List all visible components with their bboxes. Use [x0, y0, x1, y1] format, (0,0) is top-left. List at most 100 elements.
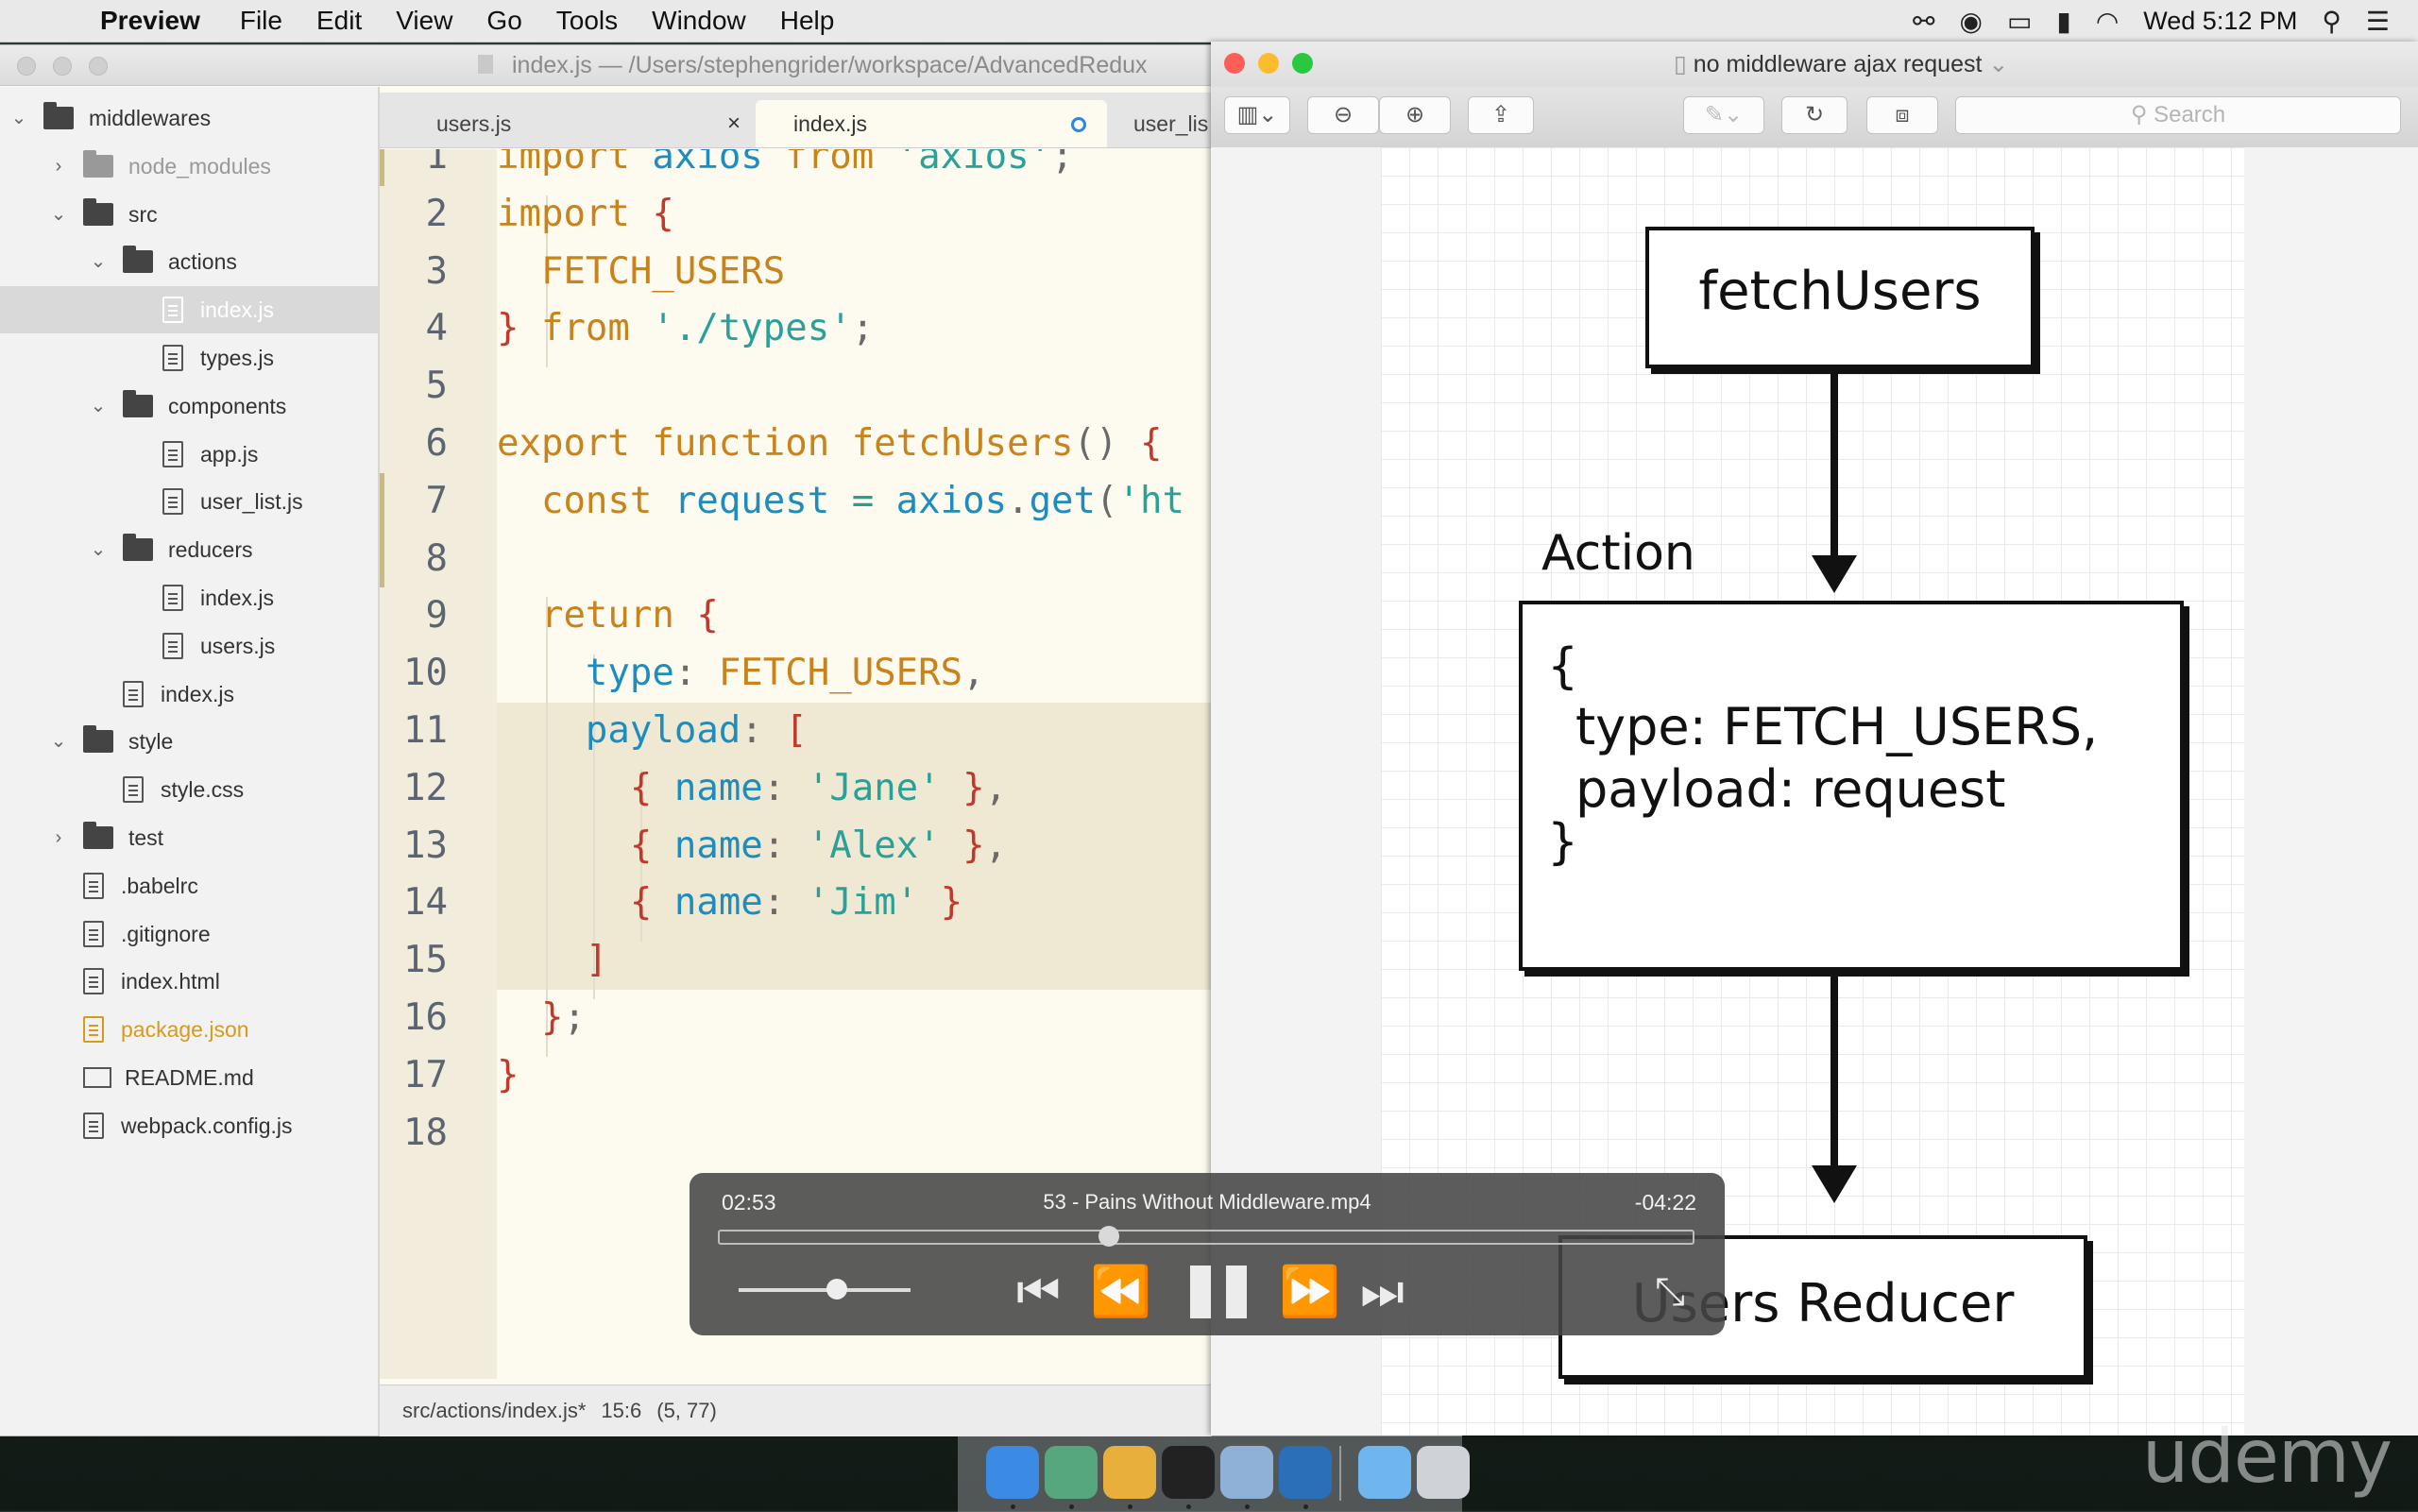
dock-chrome-icon[interactable] — [1103, 1446, 1156, 1499]
tree-item-label: .gitignore — [121, 921, 211, 946]
chevron-down-icon[interactable]: ⌄ — [87, 382, 110, 430]
tree-folder[interactable]: ⌄ src — [0, 191, 378, 238]
code-token: './types' — [652, 307, 852, 350]
tree-file[interactable]: types.js — [0, 334, 378, 382]
rotate-button[interactable]: ↻ — [1781, 96, 1848, 134]
tree-folder[interactable]: ⌄ middlewares — [0, 94, 378, 142]
dock-folder-icon[interactable] — [1358, 1446, 1411, 1499]
search-field[interactable]: ⚲ Search — [1955, 96, 2401, 134]
share-button[interactable]: ⇪ — [1468, 96, 1534, 134]
dock-atom-icon[interactable] — [1045, 1446, 1098, 1499]
dock-trash-icon[interactable] — [1417, 1446, 1470, 1499]
tree-file[interactable]: app.js — [0, 431, 378, 478]
glasses-icon[interactable]: ⚯ — [1913, 6, 1934, 37]
chevron-right-icon[interactable]: › — [47, 814, 70, 861]
code-token: : — [762, 824, 808, 867]
tree-file[interactable]: index.html — [0, 958, 378, 1005]
tree-file[interactable]: README.md — [0, 1054, 378, 1101]
tree-file[interactable]: index.js — [0, 286, 378, 334]
markup-button[interactable]: ✎⌄ — [1683, 96, 1764, 134]
menu-tools[interactable]: Tools — [556, 6, 618, 36]
menu-window[interactable]: Window — [652, 6, 746, 36]
chevron-down-icon[interactable]: ⌄ — [8, 94, 30, 142]
dock-preview-icon[interactable] — [1220, 1446, 1273, 1499]
preview-zoom-button[interactable] — [1292, 53, 1313, 74]
remaining-time[interactable]: -04:22 — [1635, 1190, 1696, 1215]
chevron-down-icon[interactable]: ⌄ — [47, 718, 70, 765]
fast-forward-button[interactable]: ⏩ — [1279, 1264, 1340, 1320]
preview-minimize-button[interactable] — [1258, 53, 1279, 74]
code-token: : — [762, 881, 808, 925]
chevron-down-icon[interactable]: ⌄ — [47, 191, 70, 238]
chevron-down-icon[interactable]: ⌄ — [87, 526, 110, 573]
skip-back-button[interactable]: ⏮ — [1016, 1264, 1061, 1320]
tab-user-list-js[interactable]: user_lis — [1109, 100, 1211, 147]
sidebar-toggle-button[interactable]: ▥⌄ — [1224, 96, 1290, 134]
pause-button[interactable] — [1190, 1266, 1249, 1318]
folder-icon — [83, 822, 113, 849]
atom-close-button[interactable] — [17, 57, 36, 76]
action-label: Action — [1541, 525, 1695, 582]
status-file-path[interactable]: src/actions/index.js* — [402, 1399, 586, 1422]
tree-item-label: actions — [168, 249, 237, 275]
tab-index-js[interactable]: index.js — [756, 100, 1107, 147]
dock-quicktime-icon[interactable] — [1279, 1446, 1332, 1499]
tree-file[interactable]: index.js — [0, 671, 378, 718]
tree-file[interactable]: .babelrc — [0, 862, 378, 909]
chevron-down-icon[interactable]: ⌄ — [87, 238, 110, 285]
tree-file[interactable]: package.json — [0, 1006, 378, 1053]
code-token: { — [629, 824, 674, 867]
tree-folder[interactable]: ⌄ reducers — [0, 526, 378, 573]
preview-title[interactable]: ▯ no middleware ajax request ⌄ — [1674, 42, 2008, 87]
tree-folder[interactable]: ⌄ style — [0, 718, 378, 765]
tree-file[interactable]: style.css — [0, 766, 378, 813]
tree-file[interactable]: users.js — [0, 622, 378, 670]
spotlight-search-icon[interactable]: ⚲ — [2322, 6, 2341, 37]
scrubber-track[interactable] — [718, 1230, 1694, 1245]
menu-help[interactable]: Help — [780, 6, 835, 36]
menu-file[interactable]: File — [240, 6, 282, 36]
rewind-button[interactable]: ⏪ — [1090, 1264, 1151, 1320]
menubar-clock[interactable]: Wed 5:12 PM — [2143, 7, 2297, 36]
skip-forward-button[interactable]: ⏭ — [1360, 1264, 1405, 1320]
file-icon — [162, 632, 183, 659]
tree-file[interactable]: index.js — [0, 574, 378, 621]
file-icon — [162, 585, 183, 611]
tab-users-js[interactable]: users.js × — [380, 100, 754, 147]
file-icon — [162, 440, 183, 467]
zoom-out-button[interactable]: ⊖ — [1307, 96, 1379, 134]
menu-view[interactable]: View — [396, 6, 452, 36]
zoom-in-button[interactable]: ⊕ — [1379, 96, 1451, 134]
scrubber-handle[interactable] — [1098, 1226, 1119, 1247]
tree-folder[interactable]: ⌄ components — [0, 382, 378, 430]
menu-app[interactable]: Preview — [100, 6, 200, 36]
battery-icon[interactable]: ▮ — [2056, 6, 2070, 37]
tree-folder[interactable]: › test — [0, 814, 378, 861]
tree-folder[interactable]: › node_modules — [0, 143, 378, 190]
menu-go[interactable]: Go — [486, 6, 521, 36]
chevron-right-icon[interactable]: › — [47, 143, 70, 190]
close-icon[interactable]: × — [727, 100, 741, 147]
atom-title-bar: index.js — /Users/stephengrider/workspac… — [0, 45, 1211, 86]
wifi-icon[interactable]: ◠ — [2096, 6, 2119, 37]
airplay-icon[interactable]: ▭ — [2007, 6, 2032, 37]
code-line: } — [497, 1047, 519, 1104]
tree-file[interactable]: .gitignore — [0, 910, 378, 958]
dock-terminal-icon[interactable] — [1162, 1446, 1215, 1499]
volume-handle[interactable] — [826, 1279, 847, 1300]
volume-slider[interactable] — [739, 1288, 911, 1292]
tree-file[interactable]: webpack.config.js — [0, 1102, 378, 1149]
tree-file[interactable]: user_list.js — [0, 478, 378, 525]
notification-center-icon[interactable]: ☰ — [2366, 6, 2390, 37]
exit-fullscreen-button[interactable]: ⤡ — [1655, 1271, 1685, 1314]
toolbox-button[interactable]: ⧈ — [1866, 96, 1938, 134]
preview-close-button[interactable] — [1224, 53, 1245, 74]
atom-minimize-button[interactable] — [53, 57, 72, 76]
tree-folder[interactable]: ⌄ actions — [0, 238, 378, 285]
record-icon[interactable]: ◉ — [1960, 6, 1983, 37]
status-cursor-position[interactable]: 15:6 — [601, 1399, 641, 1422]
dock-finder-icon[interactable] — [986, 1446, 1039, 1499]
menu-edit[interactable]: Edit — [316, 6, 362, 36]
atom-zoom-button[interactable] — [89, 57, 108, 76]
